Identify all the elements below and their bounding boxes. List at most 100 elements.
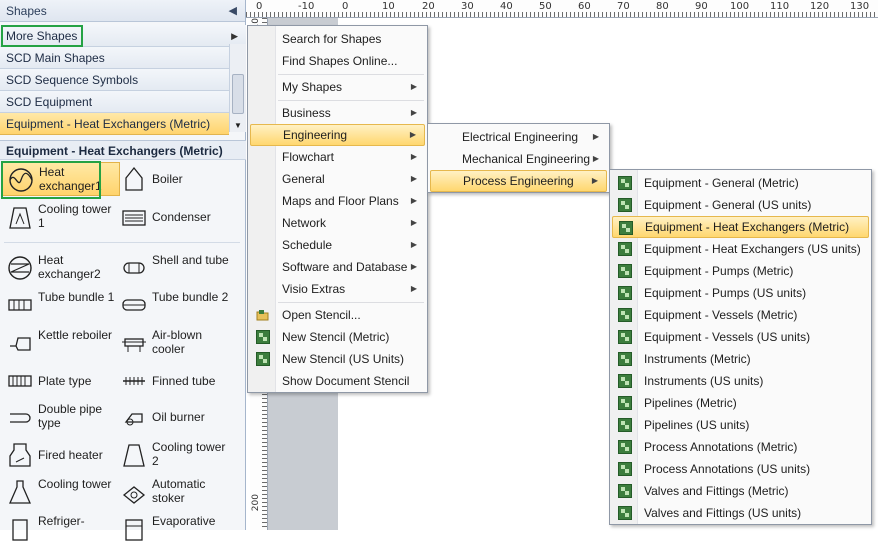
menu-item-stencil-6[interactable]: Equipment - Vessels (Metric) (612, 304, 869, 326)
stencil-heat-exchangers-metric[interactable]: Equipment - Heat Exchangers (Metric) (0, 113, 229, 135)
menu-item-label: New Stencil (US Units) (282, 352, 405, 366)
menu-item-mechanical-engineering[interactable]: Mechanical Engineering ▶ (430, 148, 607, 170)
shape-air-blown-cooler[interactable]: Air-blown cooler (116, 326, 234, 360)
refrigerator-icon (12, 519, 28, 541)
menu-item-new-stencil-us-units[interactable]: New Stencil (US Units) (250, 348, 425, 370)
menu-item-schedule[interactable]: Schedule ▶ (250, 234, 425, 256)
menu-item-new-stencil-metric[interactable]: New Stencil (Metric) (250, 326, 425, 348)
menu-item-flowchart[interactable]: Flowchart ▶ (250, 146, 425, 168)
stencil-icon (618, 396, 632, 410)
menu-item-stencil-13[interactable]: Process Annotations (US units) (612, 458, 869, 480)
shape-label: Refriger- (38, 514, 85, 528)
menu-item-label: Valves and Fittings (Metric) (644, 484, 789, 498)
cooling-tower-icon (9, 207, 31, 229)
ruler-label: 0 (342, 1, 349, 12)
fired-heater-icon (9, 443, 31, 467)
more-shapes-menu: Search for Shapes Find Shapes Online... … (247, 25, 428, 393)
menu-item-process-engineering[interactable]: Process Engineering ▶ (430, 170, 607, 192)
menu-item-label: Equipment - Pumps (Metric) (644, 264, 794, 278)
menu-item-label: Process Engineering (463, 174, 574, 188)
menu-item-stencil-9[interactable]: Instruments (US units) (612, 370, 869, 392)
ruler-label: 60 (578, 1, 591, 12)
collapse-pane-icon[interactable]: ◀ (229, 0, 237, 22)
menu-item-stencil-1[interactable]: Equipment - General (US units) (612, 194, 869, 216)
menu-item-general[interactable]: General ▶ (250, 168, 425, 190)
ruler-label: 10 (382, 1, 395, 12)
menu-item-stencil-4[interactable]: Equipment - Pumps (Metric) (612, 260, 869, 282)
shape-label: Plate type (38, 374, 92, 388)
shape-cooling-tower-1[interactable]: Cooling tower 1 (2, 200, 120, 234)
menu-separator (278, 74, 424, 75)
shape-evaporative[interactable]: Evaporative (116, 512, 234, 546)
menu-item-my-shapes[interactable]: My Shapes ▶ (250, 76, 425, 98)
menu-item-software-and-database[interactable]: Software and Database ▶ (250, 256, 425, 278)
scrollbar-thumb[interactable] (232, 74, 244, 114)
menu-item-stencil-5[interactable]: Equipment - Pumps (US units) (612, 282, 869, 304)
menu-item-stencil-2[interactable]: Equipment - Heat Exchangers (Metric) (612, 216, 869, 238)
shape-tube-bundle-1[interactable]: Tube bundle 1 (2, 288, 120, 322)
shape-label: Condenser (152, 210, 211, 224)
shape-shell-and-tube[interactable]: Shell and tube (116, 251, 234, 285)
menu-item-stencil-3[interactable]: Equipment - Heat Exchangers (US units) (612, 238, 869, 260)
menu-item-stencil-15[interactable]: Valves and Fittings (US units) (612, 502, 869, 524)
stencil-scd-main-shapes[interactable]: SCD Main Shapes (0, 47, 229, 69)
menu-item-business[interactable]: Business ▶ (250, 102, 425, 124)
shape-label: Heat exchanger2 (38, 253, 101, 281)
submenu-arrow-icon: ▶ (410, 152, 417, 161)
menu-item-label: Process Annotations (Metric) (644, 440, 798, 454)
menu-item-label: Search for Shapes (282, 32, 382, 46)
menu-item-visio-extras[interactable]: Visio Extras ▶ (250, 278, 425, 300)
stencil-scd-equipment[interactable]: SCD Equipment (0, 91, 229, 113)
menu-item-engineering[interactable]: Engineering ▶ (250, 124, 425, 146)
menu-item-label: Visio Extras (282, 282, 346, 296)
menu-item-show-document-stencil[interactable]: Show Document Stencil (250, 370, 425, 392)
menu-item-stencil-11[interactable]: Pipelines (US units) (612, 414, 869, 436)
shape-plate-type[interactable]: Plate type (2, 364, 120, 398)
shape-label: Oil burner (152, 410, 205, 424)
shape-boiler[interactable]: Boiler (116, 162, 234, 196)
process-engineering-submenu: Equipment - General (Metric) Equipment - … (609, 169, 872, 525)
menu-item-maps-and-floor-plans[interactable]: Maps and Floor Plans ▶ (250, 190, 425, 212)
stencil-list-scrollbar[interactable]: ▼ (229, 44, 246, 132)
shape-kettle-reboiler[interactable]: Kettle reboiler (2, 326, 120, 360)
open-folder-icon (256, 310, 269, 321)
shape-label: Finned tube (152, 374, 216, 388)
menu-item-stencil-10[interactable]: Pipelines (Metric) (612, 392, 869, 414)
menu-item-stencil-7[interactable]: Equipment - Vessels (US units) (612, 326, 869, 348)
shape-cooling-tower-2[interactable]: Cooling tower 2 (116, 438, 234, 472)
menu-item-label: Valves and Fittings (US units) (644, 506, 802, 520)
menu-item-stencil-12[interactable]: Process Annotations (Metric) (612, 436, 869, 458)
ruler-label: -10 (298, 1, 315, 12)
highlight-box-more-shapes (1, 25, 83, 47)
menu-item-open-stencil[interactable]: Open Stencil... (250, 304, 425, 326)
shape-refrigerator[interactable]: Refriger- (2, 512, 120, 546)
shape-condenser[interactable]: Condenser (116, 200, 234, 234)
shape-cooling-tower[interactable]: Cooling tower (2, 475, 120, 509)
menu-item-stencil-14[interactable]: Valves and Fittings (Metric) (612, 480, 869, 502)
shape-fired-heater[interactable]: Fired heater (2, 438, 120, 472)
menu-item-stencil-8[interactable]: Instruments (Metric) (612, 348, 869, 370)
menu-item-label: Equipment - Heat Exchangers (Metric) (645, 220, 850, 234)
menu-item-find-shapes-online[interactable]: Find Shapes Online... (250, 50, 425, 72)
stencil-scd-sequence-symbols[interactable]: SCD Sequence Symbols (0, 69, 229, 91)
shape-automatic-stoker[interactable]: Automatic stoker (116, 475, 234, 509)
shape-double-pipe-type[interactable]: Double pipe type (2, 400, 120, 434)
menu-item-network[interactable]: Network ▶ (250, 212, 425, 234)
submenu-arrow-icon: ▶ (410, 82, 417, 91)
menu-item-search-for-shapes[interactable]: Search for Shapes (250, 28, 425, 50)
ruler-label: 40 (500, 1, 513, 12)
kettle-reboiler-icon (10, 337, 31, 351)
shape-heat-exchanger2[interactable]: Heat exchanger2 (2, 251, 120, 285)
scroll-down-icon[interactable]: ▼ (234, 121, 242, 130)
menu-item-label: Maps and Floor Plans (282, 194, 399, 208)
menu-separator (278, 100, 424, 101)
shape-tube-bundle-2[interactable]: Tube bundle 2 (116, 288, 234, 322)
stencil-icon (618, 440, 632, 454)
submenu-arrow-icon: ▶ (592, 154, 599, 163)
stencil-icon (618, 286, 632, 300)
shape-oil-burner[interactable]: Oil burner (116, 400, 234, 434)
shape-finned-tube[interactable]: Finned tube (116, 364, 234, 398)
menu-item-label: Schedule (282, 238, 333, 252)
menu-item-stencil-0[interactable]: Equipment - General (Metric) (612, 172, 869, 194)
menu-item-electrical-engineering[interactable]: Electrical Engineering ▶ (430, 126, 607, 148)
